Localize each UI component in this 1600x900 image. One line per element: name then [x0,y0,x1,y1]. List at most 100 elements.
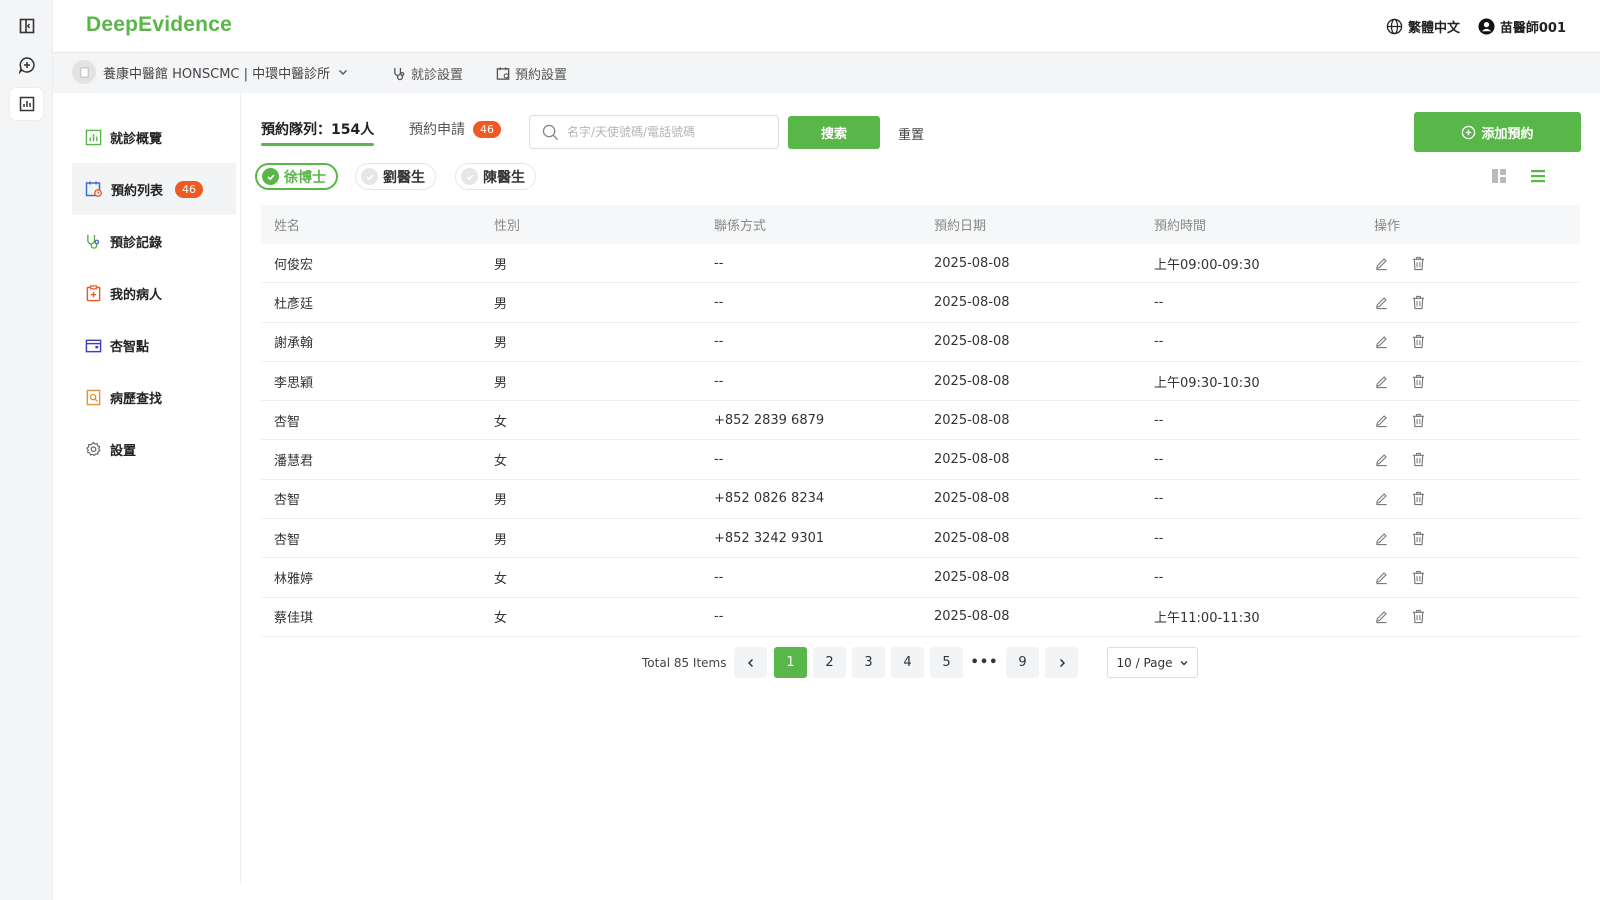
delete-icon[interactable] [1411,609,1426,624]
sidebar-item-prediagnosis[interactable]: 預診記錄 [72,215,236,267]
chevron-down-icon [339,70,348,75]
page-button[interactable]: 1 [774,647,807,678]
language-selector[interactable]: 繁體中文 [1386,17,1460,36]
panel-toggle-icon[interactable] [10,10,43,42]
doctor-chip[interactable]: 陳醫生 [455,163,536,190]
tab-appointment-requests[interactable]: 預約申請 46 [409,119,501,139]
page-button[interactable]: 3 [852,647,885,678]
delete-icon[interactable] [1411,334,1426,349]
column-header: 姓名 [274,219,301,234]
edit-icon[interactable] [1374,295,1389,310]
list-view-icon[interactable] [1530,168,1546,188]
clinic-selector[interactable]: 養康中醫館 HONSCMC | 中環中醫診所 [72,60,349,84]
row-actions [1361,452,1580,467]
plus-circle-icon [1462,125,1476,139]
table-cell: 2025-08-08 [934,530,1010,546]
left-rail [0,0,53,900]
search-input[interactable] [567,125,767,139]
reset-button[interactable]: 重置 [898,124,924,143]
next-page-button[interactable] [1045,647,1078,678]
column-header: 性別 [494,219,521,234]
edit-icon[interactable] [1374,374,1389,389]
sidebar-item-records-search[interactable]: 病歷查找 [72,371,236,423]
sidebar-item-appointments[interactable]: 預約列表 46 [72,163,236,215]
calendar-icon [85,181,102,197]
table-cell: 2025-08-08 [934,452,1010,468]
card-view-icon[interactable] [1491,168,1507,188]
delete-icon[interactable] [1411,531,1426,546]
table-cell: -- [1154,530,1164,546]
table-cell: 上午09:30-10:30 [1154,375,1260,391]
search-field[interactable] [529,115,779,149]
table-cell: -- [1154,294,1164,310]
delete-icon[interactable] [1411,256,1426,271]
row-actions [1361,570,1580,585]
tab-appointment-queue[interactable]: 預約隊列：154人 [261,119,375,146]
table-cell: 潘慧君 [274,454,314,470]
page-size-select[interactable]: 10 / Page [1107,647,1198,678]
table-cell: -- [1154,412,1164,428]
row-actions [1361,609,1580,624]
page-button[interactable]: 9 [1006,647,1039,678]
stethoscope-icon [87,234,100,249]
table-cell: 杜彥廷 [274,296,314,312]
table-cell: 2025-08-08 [934,491,1010,507]
calendar-settings-icon [496,67,510,80]
prev-page-button[interactable] [734,647,767,678]
edit-icon[interactable] [1374,413,1389,428]
sidebar-item-label: 就診概覽 [110,131,163,147]
delete-icon[interactable] [1411,295,1426,310]
row-actions [1361,374,1580,389]
user-menu[interactable]: 苗醫師001 [1478,17,1566,36]
booking-settings-link[interactable]: 預約設置 [496,64,567,83]
table-cell: 2025-08-08 [934,609,1010,625]
table-row: 蔡佳琪 女 -- 2025-08-08 上午11:00-11:30 [261,598,1580,637]
sidebar-item-points[interactable]: 杏智點 [72,319,236,371]
column-header: 聯係方式 [714,219,767,234]
new-chat-icon[interactable] [10,49,43,81]
table-cell: 女 [494,611,508,627]
dashboard-icon[interactable] [10,88,43,120]
table-cell: 女 [494,572,508,588]
edit-icon[interactable] [1374,531,1389,546]
visit-settings-link[interactable]: 就診設置 [392,64,463,83]
page-ellipsis[interactable]: ••• [968,647,1001,678]
delete-icon[interactable] [1411,452,1426,467]
delete-icon[interactable] [1411,570,1426,585]
table-cell: -- [714,373,724,389]
table-cell: -- [714,255,724,271]
user-avatar-icon [1478,18,1495,35]
edit-icon[interactable] [1374,491,1389,506]
search-icon [542,124,559,140]
edit-icon[interactable] [1374,256,1389,271]
delete-icon[interactable] [1411,413,1426,428]
add-appointment-button[interactable]: 添加預約 [1414,112,1581,152]
doctor-chip[interactable]: 徐博士 [255,163,338,190]
sidebar: 就診概覽 預約列表 46 預診記錄 我的病人 杏智點 病歷查找 設置 [53,93,241,883]
delete-icon[interactable] [1411,491,1426,506]
doctor-chip[interactable]: 劉醫生 [355,163,436,190]
sidebar-item-settings[interactable]: 設置 [72,423,236,475]
sidebar-item-overview[interactable]: 就診概覽 [72,111,236,163]
content-panel: 就診概覽 預約列表 46 預診記錄 我的病人 杏智點 病歷查找 設置 預約隊列：… [53,93,1600,900]
table-cell: -- [714,452,724,468]
check-icon [262,168,279,185]
edit-icon[interactable] [1374,334,1389,349]
table-cell: 女 [494,454,508,470]
page-button[interactable]: 5 [930,647,963,678]
total-items: Total 85 Items [642,656,727,670]
delete-icon[interactable] [1411,374,1426,389]
table-cell: 杏智 [274,493,301,509]
row-actions [1361,491,1580,506]
table-cell: 男 [494,336,508,352]
page-button[interactable]: 2 [813,647,846,678]
page-button[interactable]: 4 [891,647,924,678]
doctor-name: 徐博士 [284,169,326,186]
edit-icon[interactable] [1374,452,1389,467]
search-button[interactable]: 搜索 [788,116,880,149]
sidebar-item-patients[interactable]: 我的病人 [72,267,236,319]
chevron-down-icon [1180,660,1187,665]
user-name: 苗醫師001 [1499,21,1566,36]
edit-icon[interactable] [1374,609,1389,624]
edit-icon[interactable] [1374,570,1389,585]
